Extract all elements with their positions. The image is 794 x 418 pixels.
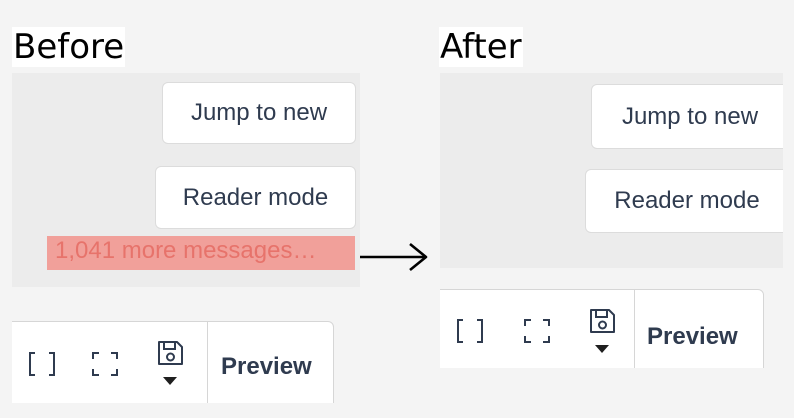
jump-to-new-button[interactable]: Jump to new <box>591 84 783 149</box>
save-icon[interactable] <box>150 336 190 370</box>
preview-button[interactable]: Preview <box>221 352 312 382</box>
right-arrow-icon <box>358 240 430 279</box>
reader-mode-button[interactable]: Reader mode <box>585 169 783 233</box>
editor-toolbar: Preview <box>440 289 764 368</box>
dropdown-caret-icon[interactable] <box>589 342 615 356</box>
dropdown-caret-icon[interactable] <box>157 374 183 388</box>
after-label: After <box>439 27 523 67</box>
editor-toolbar: Preview <box>12 321 334 403</box>
bracket-icon[interactable] <box>22 338 62 390</box>
preview-button[interactable]: Preview <box>647 322 738 352</box>
more-messages-link[interactable]: 1,041 more messages… <box>47 236 355 270</box>
jump-to-new-button[interactable]: Jump to new <box>162 82 356 144</box>
save-icon[interactable] <box>582 304 622 338</box>
toolbar-divider <box>634 290 635 368</box>
fullscreen-icon[interactable] <box>517 306 557 356</box>
toolbar-divider <box>207 322 208 403</box>
before-label: Before <box>12 27 126 67</box>
fullscreen-icon[interactable] <box>85 338 125 390</box>
bracket-icon[interactable] <box>450 306 490 356</box>
before-pane: Jump to new Reader mode 1,041 more messa… <box>12 73 360 403</box>
reader-mode-button[interactable]: Reader mode <box>155 166 356 229</box>
after-pane: Jump to new Reader mode Preview <box>440 73 783 368</box>
